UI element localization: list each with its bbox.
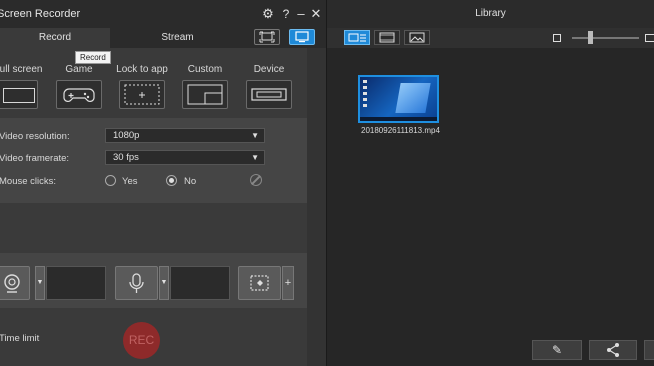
share-icon bbox=[607, 343, 619, 357]
device-icon bbox=[251, 88, 287, 101]
webcam-dropdown[interactable]: ▼ bbox=[35, 266, 45, 300]
windows-logo-icon bbox=[395, 83, 431, 113]
custom-button[interactable] bbox=[182, 80, 228, 109]
thumbnail-view-icon bbox=[348, 33, 366, 42]
framerate-value: 30 fps bbox=[113, 152, 139, 163]
plus-icon: + bbox=[284, 277, 292, 289]
share-button[interactable] bbox=[589, 340, 637, 360]
recorder-title: Screen Recorder bbox=[0, 8, 81, 20]
effects-icon bbox=[250, 275, 269, 291]
mode-label-device: Device bbox=[253, 64, 285, 75]
lock-to-app-icon bbox=[124, 84, 160, 105]
desktop-icons bbox=[363, 80, 367, 110]
resolution-label: Video resolution: bbox=[0, 131, 70, 142]
chevron-down-icon: ▼ bbox=[251, 131, 259, 140]
mouse-clicks-no-radio[interactable] bbox=[166, 175, 177, 186]
pencil-icon: ✎ bbox=[551, 343, 563, 357]
filmstrip-view-button[interactable] bbox=[374, 30, 400, 45]
minimize-icon[interactable]: – bbox=[294, 6, 308, 22]
disabled-icon bbox=[250, 174, 262, 186]
framerate-dropdown[interactable]: 30 fps ▼ bbox=[105, 150, 265, 165]
mode-label-lock-to-app: Lock to app bbox=[116, 64, 168, 75]
split-view-button[interactable] bbox=[289, 29, 315, 45]
mouse-clicks-no-label: No bbox=[184, 176, 197, 187]
record-button[interactable]: REC bbox=[123, 322, 160, 359]
chevron-down-icon: ▼ bbox=[160, 279, 168, 286]
video-filename: 20180926111813.mp4 bbox=[361, 126, 440, 135]
filmstrip-icon bbox=[379, 32, 395, 43]
more-button[interactable] bbox=[644, 340, 654, 360]
fullscreen-view-button[interactable] bbox=[254, 29, 280, 45]
tab-record[interactable]: Record bbox=[0, 28, 110, 48]
recorder-tabs: Record Stream bbox=[0, 28, 326, 48]
chevron-down-icon: ▼ bbox=[251, 153, 259, 162]
small-size-icon[interactable] bbox=[553, 34, 561, 42]
recorder-titlebar: Screen Recorder ⚙ ? – ✕ bbox=[0, 0, 326, 28]
thumbnail-size-slider[interactable] bbox=[572, 37, 639, 39]
mouse-clicks-yes-radio[interactable] bbox=[105, 175, 116, 186]
edit-button[interactable]: ✎ bbox=[532, 340, 582, 360]
slider-handle[interactable] bbox=[588, 31, 593, 44]
custom-area-icon bbox=[187, 84, 223, 105]
library-panel: Library 20180926111813.mp4 ✎ bbox=[327, 0, 654, 366]
recorder-scrollbar[interactable] bbox=[307, 48, 326, 366]
gamepad-icon bbox=[63, 88, 95, 102]
taskbar bbox=[360, 117, 437, 121]
full-screen-button[interactable] bbox=[0, 80, 38, 109]
image-view-button[interactable] bbox=[404, 30, 430, 45]
full-screen-icon bbox=[3, 88, 35, 103]
library-toolbar bbox=[327, 28, 654, 48]
mouse-clicks-yes-label: Yes bbox=[122, 176, 138, 187]
library-title: Library bbox=[327, 0, 654, 28]
add-effect-button[interactable]: + bbox=[282, 266, 294, 300]
mode-label-full-screen: Full screen bbox=[0, 64, 43, 75]
help-icon[interactable]: ? bbox=[279, 6, 293, 22]
microphone-button[interactable] bbox=[115, 266, 158, 300]
framerate-label: Video framerate: bbox=[0, 153, 70, 164]
mode-label-game: Game bbox=[65, 64, 93, 75]
mode-label-custom: Custom bbox=[187, 64, 223, 75]
tab-stream[interactable]: Stream bbox=[110, 28, 245, 48]
webcam-button[interactable] bbox=[0, 266, 30, 300]
device-button[interactable] bbox=[246, 80, 292, 109]
large-size-icon[interactable] bbox=[645, 34, 654, 42]
fullscreen-icon bbox=[259, 31, 275, 43]
webcam-icon bbox=[4, 274, 20, 293]
webcam-preview bbox=[46, 266, 106, 300]
lock-to-app-button[interactable] bbox=[119, 80, 165, 109]
tooltip: Record bbox=[75, 51, 111, 64]
thumbnail-view-button[interactable] bbox=[344, 30, 370, 45]
resolution-dropdown[interactable]: 1080p ▼ bbox=[105, 128, 265, 143]
resolution-value: 1080p bbox=[113, 130, 140, 141]
gear-icon[interactable]: ⚙ bbox=[261, 6, 275, 22]
image-icon bbox=[409, 32, 425, 43]
mouse-clicks-label: Mouse clicks: bbox=[0, 176, 57, 187]
time-limit-label: Time limit bbox=[0, 333, 40, 344]
chevron-down-icon: ▼ bbox=[36, 279, 44, 286]
monitor-icon bbox=[295, 31, 309, 43]
game-button[interactable] bbox=[56, 80, 102, 109]
effects-button[interactable] bbox=[238, 266, 281, 300]
microphone-level bbox=[170, 266, 230, 300]
video-thumbnail[interactable] bbox=[358, 75, 439, 123]
close-icon[interactable]: ✕ bbox=[309, 6, 323, 22]
recorder-panel: Screen Recorder ⚙ ? – ✕ Record Stream Re… bbox=[0, 0, 327, 366]
microphone-dropdown[interactable]: ▼ bbox=[159, 266, 169, 300]
microphone-icon bbox=[129, 273, 144, 293]
